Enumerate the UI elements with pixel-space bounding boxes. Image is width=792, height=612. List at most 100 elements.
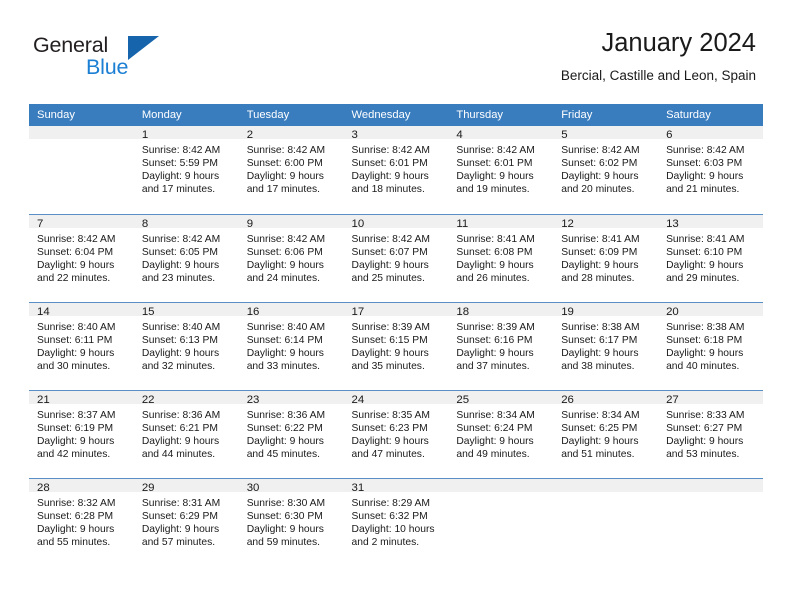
calendar-day-cell[interactable]: 22 Sunrise: 8:36 AM Sunset: 6:21 PM Dayligh… <box>133 389 239 478</box>
daylight-text-line1: Daylight: 9 hours <box>37 259 115 271</box>
daylight-text-line1: Daylight: 9 hours <box>666 171 744 183</box>
calendar-day-cell[interactable]: 20 Sunrise: 8:38 AM Sunset: 6:18 PM Dayligh… <box>658 301 763 390</box>
day-number: 11 <box>448 214 554 230</box>
calendar-day-cell[interactable]: 5 Sunrise: 8:42 AM Sunset: 6:02 PM Daylight… <box>553 126 659 214</box>
sunset-text: Sunset: 6:04 PM <box>37 246 114 258</box>
calendar-day-cell[interactable]: 19 Sunrise: 8:38 AM Sunset: 6:17 PM Dayligh… <box>553 301 659 390</box>
calendar-day-cell[interactable]: 17 Sunrise: 8:39 AM Sunset: 6:15 PM Dayligh… <box>343 301 449 390</box>
calendar-day-cell[interactable]: 28 Sunrise: 8:32 AM Sunset: 6:28 PM Dayligh… <box>29 477 134 566</box>
day-details: Sunrise: 8:42 AM Sunset: 6:04 PM Daylight:… <box>29 228 134 285</box>
daylight-text-line1: Daylight: 9 hours <box>351 259 429 271</box>
daylight-text-line2: and 51 minutes. <box>561 448 635 460</box>
calendar-day-cell[interactable]: 1 Sunrise: 8:42 AM Sunset: 5:59 PM Daylight… <box>133 126 239 214</box>
day-number: 9 <box>238 214 344 230</box>
daylight-text-line2: and 35 minutes. <box>351 360 425 372</box>
daylight-text-line2: and 53 minutes. <box>666 448 740 460</box>
daylight-text-line2: and 29 minutes. <box>666 272 740 284</box>
calendar-day-cell[interactable]: 31 Sunrise: 8:29 AM Sunset: 6:32 PM Dayligh… <box>343 477 449 566</box>
day-details: Sunrise: 8:42 AM Sunset: 6:01 PM Daylight:… <box>344 139 449 196</box>
calendar-day-cell-empty <box>29 126 134 214</box>
daylight-text-line2: and 2 minutes. <box>351 536 420 548</box>
calendar-day-cell[interactable]: 30 Sunrise: 8:30 AM Sunset: 6:30 PM Dayligh… <box>238 477 344 566</box>
calendar-day-cell[interactable]: 9 Sunrise: 8:42 AM Sunset: 6:06 PM Daylight… <box>238 213 344 302</box>
calendar-day-cell[interactable]: 3 Sunrise: 8:42 AM Sunset: 6:01 PM Daylight… <box>343 126 449 214</box>
weekday-header-tuesday: Tuesday <box>238 104 344 126</box>
weekday-header-monday: Monday <box>133 104 239 126</box>
weekday-header-thursday: Thursday <box>448 104 554 126</box>
sunset-text: Sunset: 6:15 PM <box>351 334 428 346</box>
day-number: 20 <box>658 302 763 318</box>
weekday-header-wednesday: Wednesday <box>343 104 449 126</box>
calendar-header-row-group: Sunday Monday Tuesday Wednesday Thursday Frid… <box>29 104 763 126</box>
sunset-text: Sunset: 6:10 PM <box>666 246 743 258</box>
page-subtitle: Bercial, Castille and Leon, Spain <box>560 68 756 84</box>
daylight-text-line2: and 33 minutes. <box>246 360 320 372</box>
calendar-day-cell[interactable]: 10 Sunrise: 8:42 AM Sunset: 6:07 PM Dayligh… <box>343 213 449 302</box>
daylight-text-line2: and 28 minutes. <box>561 272 635 284</box>
sunrise-text: Sunrise: 8:29 AM <box>351 497 430 509</box>
day-number: 12 <box>553 214 659 230</box>
calendar-day-cell[interactable]: 16 Sunrise: 8:40 AM Sunset: 6:14 PM Dayligh… <box>238 301 344 390</box>
sunset-text: Sunset: 6:01 PM <box>456 158 533 170</box>
calendar-day-cell[interactable]: 8 Sunrise: 8:42 AM Sunset: 6:05 PM Daylight… <box>133 213 239 302</box>
sunrise-text: Sunrise: 8:31 AM <box>141 497 221 509</box>
day-number: 13 <box>658 214 763 230</box>
sunrise-text: Sunrise: 8:42 AM <box>37 233 116 245</box>
daylight-text-line1: Daylight: 9 hours <box>666 259 744 271</box>
calendar-day-cell[interactable]: 29 Sunrise: 8:31 AM Sunset: 6:29 PM Dayligh… <box>133 477 239 566</box>
calendar-day-cell[interactable]: 24 Sunrise: 8:35 AM Sunset: 6:23 PM Dayligh… <box>343 389 449 478</box>
sunset-text: Sunset: 6:23 PM <box>351 422 428 434</box>
day-details: Sunrise: 8:40 AM Sunset: 6:11 PM Daylight:… <box>29 316 134 373</box>
day-number: 17 <box>343 302 449 318</box>
sunrise-text: Sunrise: 8:35 AM <box>351 409 430 421</box>
calendar-day-cell[interactable]: 27 Sunrise: 8:33 AM Sunset: 6:27 PM Dayligh… <box>658 389 763 478</box>
daylight-text-line1: Daylight: 9 hours <box>246 171 324 183</box>
day-number: 15 <box>133 302 239 318</box>
day-details: Sunrise: 8:40 AM Sunset: 6:14 PM Daylight:… <box>239 316 344 373</box>
day-number: 5 <box>553 126 659 141</box>
sunrise-text: Sunrise: 8:42 AM <box>246 145 326 156</box>
daylight-text-line2: and 20 minutes. <box>561 184 635 196</box>
daylight-text-line1: Daylight: 9 hours <box>141 171 220 183</box>
day-details <box>658 492 763 497</box>
day-number <box>29 126 134 139</box>
calendar-day-cell[interactable]: 12 Sunrise: 8:41 AM Sunset: 6:09 PM Dayligh… <box>553 213 659 302</box>
day-details: Sunrise: 8:42 AM Sunset: 6:06 PM Daylight:… <box>239 228 344 285</box>
calendar-day-cell[interactable]: 11 Sunrise: 8:41 AM Sunset: 6:08 PM Dayligh… <box>448 213 554 302</box>
calendar-day-cell[interactable]: 2 Sunrise: 8:42 AM Sunset: 6:00 PM Daylight… <box>238 126 344 214</box>
day-number <box>553 478 659 492</box>
sunrise-text: Sunrise: 8:40 AM <box>141 321 221 333</box>
day-details: Sunrise: 8:39 AM Sunset: 6:16 PM Daylight:… <box>448 316 553 373</box>
daylight-text-line2: and 22 minutes. <box>37 272 111 284</box>
daylight-text-line2: and 38 minutes. <box>561 360 635 372</box>
sunset-text: Sunset: 6:30 PM <box>246 510 323 522</box>
daylight-text-line1: Daylight: 9 hours <box>141 435 220 447</box>
day-details: Sunrise: 8:40 AM Sunset: 6:13 PM Daylight:… <box>134 316 239 373</box>
weekday-header-friday: Friday <box>553 104 659 126</box>
day-number: 23 <box>238 390 344 406</box>
calendar-day-cell[interactable]: 15 Sunrise: 8:40 AM Sunset: 6:13 PM Dayligh… <box>133 301 239 390</box>
daylight-text-line2: and 25 minutes. <box>351 272 425 284</box>
sunset-text: Sunset: 6:03 PM <box>666 158 743 170</box>
calendar-day-cell[interactable]: 6 Sunrise: 8:42 AM Sunset: 6:03 PM Daylight… <box>658 126 763 214</box>
calendar-day-cell[interactable]: 14 Sunrise: 8:40 AM Sunset: 6:11 PM Dayligh… <box>29 301 134 390</box>
calendar-day-cell[interactable]: 21 Sunrise: 8:37 AM Sunset: 6:19 PM Dayligh… <box>29 389 134 478</box>
brand-logo[interactable]: General Blue <box>33 33 233 85</box>
sunset-text: Sunset: 6:14 PM <box>246 334 323 346</box>
daylight-text-line1: Daylight: 9 hours <box>351 347 429 359</box>
calendar-day-cell-empty <box>448 477 554 566</box>
sunset-text: Sunset: 6:09 PM <box>561 246 638 258</box>
day-details: Sunrise: 8:39 AM Sunset: 6:15 PM Daylight:… <box>344 316 449 373</box>
sunset-text: Sunset: 6:17 PM <box>561 334 638 346</box>
daylight-text-line2: and 42 minutes. <box>37 448 111 460</box>
calendar-day-cell[interactable]: 26 Sunrise: 8:34 AM Sunset: 6:25 PM Dayligh… <box>553 389 659 478</box>
calendar-day-cell[interactable]: 18 Sunrise: 8:39 AM Sunset: 6:16 PM Dayligh… <box>448 301 554 390</box>
calendar-day-cell[interactable]: 7 Sunrise: 8:42 AM Sunset: 6:04 PM Daylight… <box>29 213 134 302</box>
calendar-week-row: 21 Sunrise: 8:37 AM Sunset: 6:19 PM Dayligh… <box>29 389 763 478</box>
calendar-day-cell[interactable]: 25 Sunrise: 8:34 AM Sunset: 6:24 PM Dayligh… <box>448 389 554 478</box>
day-details <box>448 492 553 497</box>
sunrise-text: Sunrise: 8:42 AM <box>666 145 745 156</box>
calendar-day-cell[interactable]: 4 Sunrise: 8:42 AM Sunset: 6:01 PM Daylight… <box>448 126 554 214</box>
calendar-day-cell[interactable]: 13 Sunrise: 8:41 AM Sunset: 6:10 PM Dayligh… <box>658 213 763 302</box>
calendar-day-cell[interactable]: 23 Sunrise: 8:36 AM Sunset: 6:22 PM Dayligh… <box>238 389 344 478</box>
